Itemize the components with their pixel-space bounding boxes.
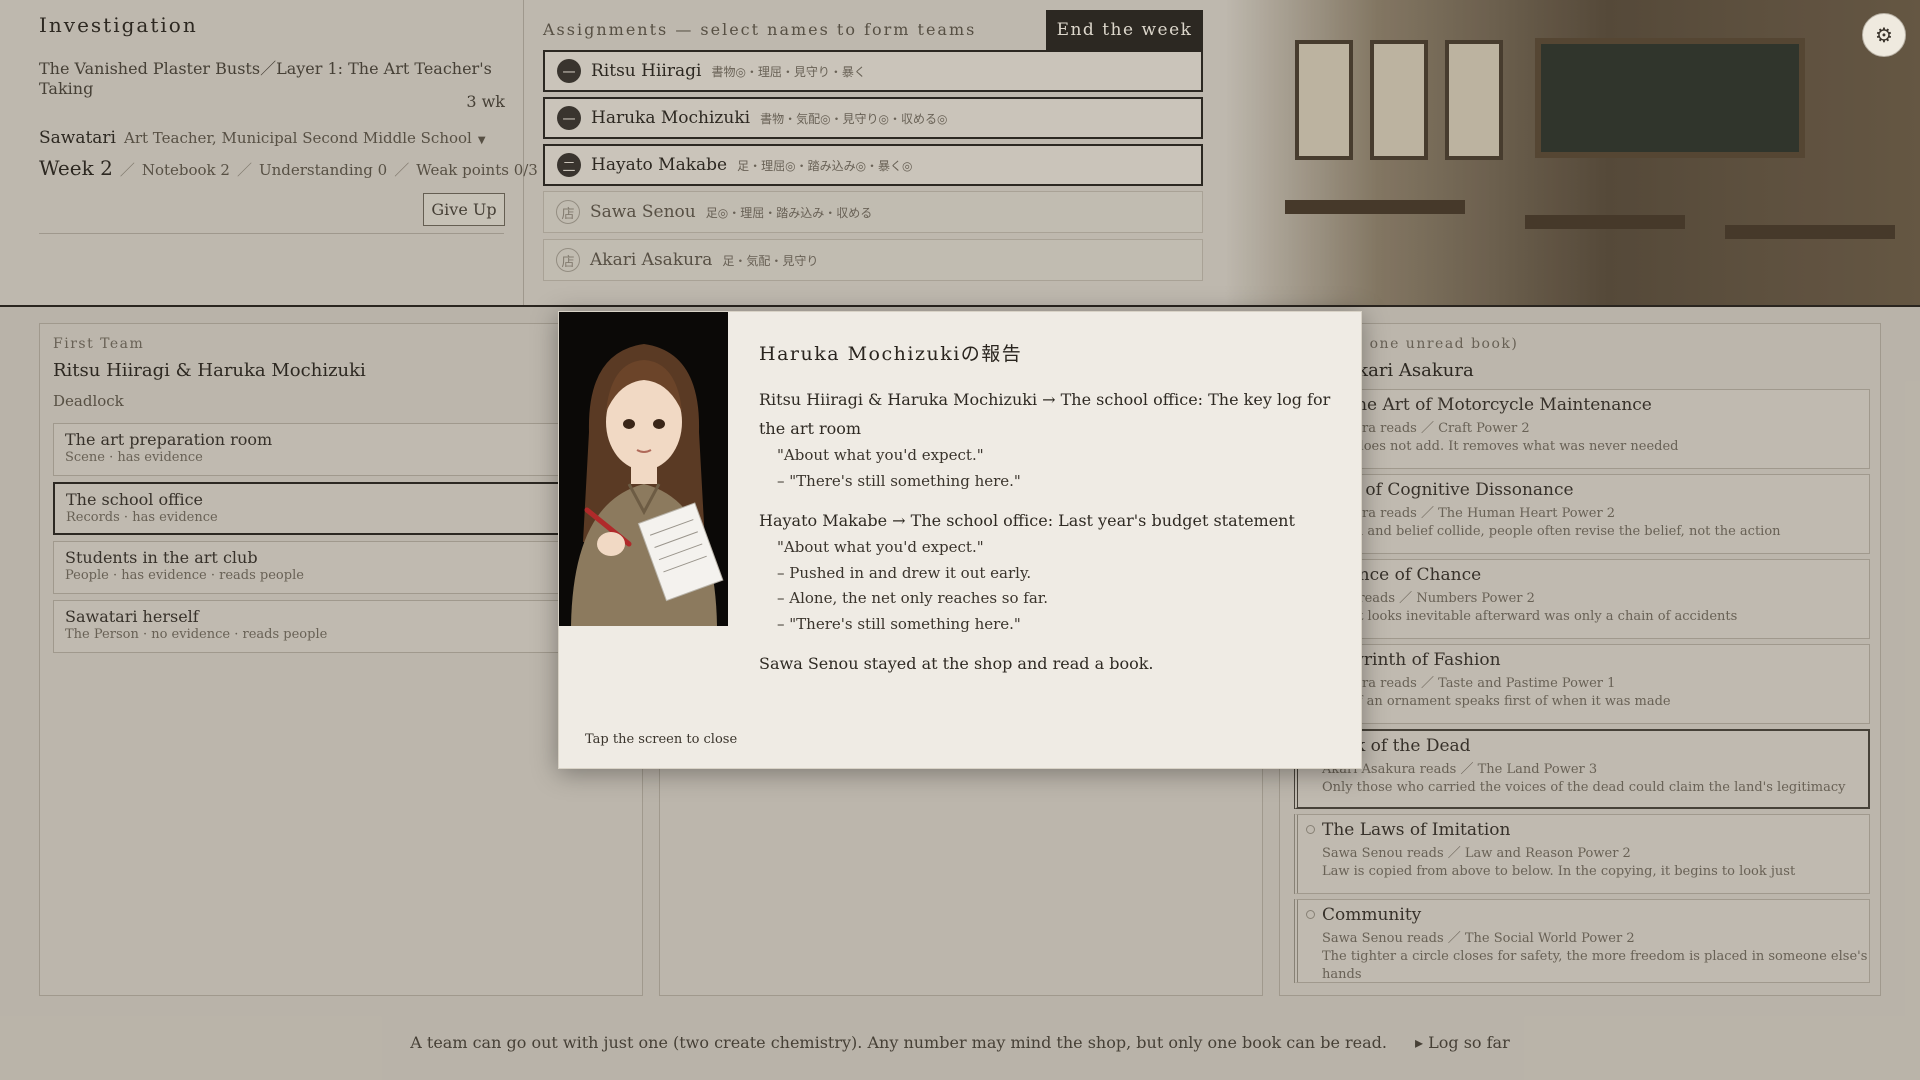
close-hint: Tap the screen to close [585,732,738,747]
report-line: Ritsu Hiiragi & Haruka Mochizuki → The s… [759,390,1331,438]
report-voice: – Alone, the net only reaches so far. [777,589,1049,607]
report-line: Hayato Makabe → The school office: Last … [759,511,1295,530]
report-title: Haruka Mochizukiの報告 [759,343,1023,365]
report-voice: – "There's still something here." [777,471,1021,490]
gear-icon[interactable]: ⚙ [1862,13,1906,57]
report-voice: – "There's still something here." [777,614,1021,633]
report-voice: "About what you'd expect." [777,538,984,556]
character-portrait-illustration [559,312,728,626]
character-portrait [559,312,728,626]
report-body: Ritsu Hiiragi & Haruka Mochizuki → The s… [759,385,1339,678]
report-voice: "About what you'd expect." [777,446,984,464]
report-line: Sawa Senou stayed at the shop and read a… [759,654,1154,673]
modal-overlay[interactable]: Haruka Mochizukiの報告 Ritsu Hiiragi & Haru… [0,0,1920,1080]
report-dialog[interactable]: Haruka Mochizukiの報告 Ritsu Hiiragi & Haru… [558,311,1362,769]
report-voice: – Pushed in and drew it out early. [777,563,1032,582]
